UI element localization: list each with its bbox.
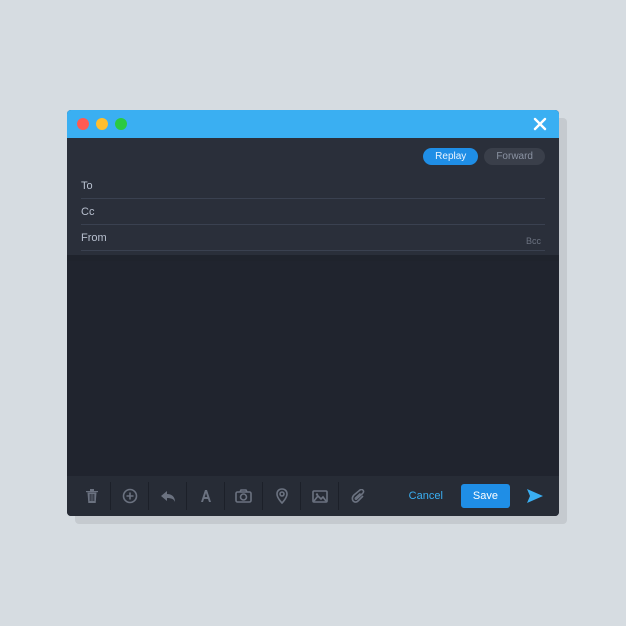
cancel-button[interactable]: Cancel: [397, 484, 455, 508]
cc-label: Cc: [81, 206, 123, 218]
reply-button[interactable]: Replay: [423, 148, 478, 165]
attachment-icon[interactable]: [339, 482, 377, 510]
add-icon[interactable]: [111, 482, 149, 510]
titlebar: [67, 110, 559, 138]
to-row: To: [81, 173, 545, 199]
maximize-dot[interactable]: [115, 118, 127, 130]
from-input[interactable]: [123, 232, 545, 244]
minimize-dot[interactable]: [96, 118, 108, 130]
save-button[interactable]: Save: [461, 484, 510, 508]
forward-button[interactable]: Forward: [484, 148, 545, 165]
reply-arrow-icon[interactable]: [149, 482, 187, 510]
image-icon[interactable]: [301, 482, 339, 510]
font-icon[interactable]: [187, 482, 225, 510]
message-body[interactable]: [67, 261, 559, 476]
traffic-lights: [77, 118, 127, 130]
camera-icon[interactable]: [225, 482, 263, 510]
compose-window: Replay Forward To Cc From Bcc: [67, 110, 559, 516]
send-icon: [526, 488, 544, 504]
to-label: To: [81, 180, 123, 192]
bottom-toolbar: Cancel Save: [67, 476, 559, 516]
bcc-toggle[interactable]: Bcc: [526, 236, 541, 246]
trash-icon[interactable]: [73, 482, 111, 510]
header-area: Replay Forward To Cc From Bcc: [67, 138, 559, 255]
send-button[interactable]: [517, 482, 553, 510]
from-row: From Bcc: [81, 225, 545, 251]
close-icon[interactable]: [533, 117, 547, 131]
cc-input[interactable]: [123, 206, 545, 218]
from-label: From: [81, 232, 123, 244]
close-dot[interactable]: [77, 118, 89, 130]
to-input[interactable]: [123, 180, 545, 192]
cc-row: Cc: [81, 199, 545, 225]
message-actions: Replay Forward: [81, 148, 545, 165]
location-icon[interactable]: [263, 482, 301, 510]
